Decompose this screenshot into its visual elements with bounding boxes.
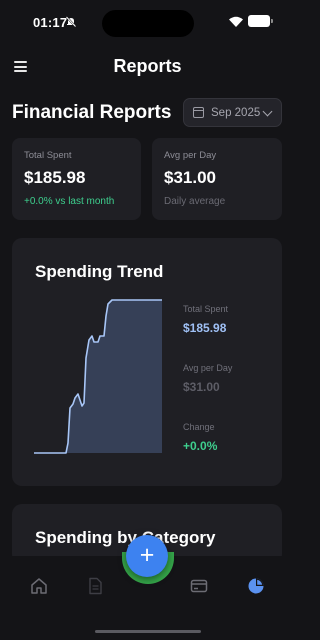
trend-avg-per-day-label: Avg per Day bbox=[183, 363, 233, 373]
avg-per-day-value: $31.00 bbox=[164, 168, 216, 187]
trend-change-value: +0.0% bbox=[183, 439, 218, 453]
calendar-icon bbox=[193, 107, 204, 118]
chevron-down-icon bbox=[262, 106, 273, 117]
bell-muted-icon bbox=[66, 16, 76, 27]
spending-trend-title: Spending Trend bbox=[35, 262, 164, 281]
home-indicator[interactable] bbox=[95, 630, 201, 633]
status-time: 01:17 bbox=[33, 15, 68, 30]
total-spent-card: Total Spent $185.98 +0.0% vs last month bbox=[12, 138, 141, 220]
card-icon[interactable] bbox=[190, 577, 208, 595]
spending-trend-card: Spending Trend Total Spent $185.98 Avg p… bbox=[12, 238, 282, 486]
trend-change-label: Change bbox=[183, 422, 215, 432]
month-selector[interactable]: Sep 2025 bbox=[183, 98, 282, 127]
total-spent-label: Total Spent bbox=[24, 150, 72, 161]
spending-by-category-title: Spending by Category bbox=[35, 528, 216, 547]
status-bar: 01:17 bbox=[0, 0, 295, 46]
trend-area bbox=[34, 300, 162, 453]
avg-per-day-card: Avg per Day $31.00 Daily average bbox=[152, 138, 282, 220]
trend-change: Change +0.0% bbox=[183, 422, 217, 453]
plus-icon: + bbox=[139, 540, 155, 569]
total-spent-change: +0.0% vs last month bbox=[24, 196, 115, 207]
section-title: Financial Reports bbox=[12, 102, 172, 123]
month-selector-value: Sep 2025 bbox=[211, 106, 261, 119]
trend-avg-per-day: Avg per Day $31.00 bbox=[183, 363, 232, 394]
document-icon[interactable] bbox=[86, 577, 104, 595]
top-app-bar: Reports bbox=[0, 50, 295, 84]
home-icon[interactable] bbox=[30, 577, 48, 595]
dynamic-island bbox=[102, 10, 194, 37]
wifi-icon bbox=[229, 16, 243, 27]
avg-per-day-caption: Daily average bbox=[164, 196, 226, 207]
avg-per-day-label: Avg per Day bbox=[164, 150, 217, 161]
trend-total-spent: Total Spent $185.98 bbox=[183, 304, 228, 335]
trend-total-spent-value: $185.98 bbox=[183, 321, 227, 335]
total-spent-value: $185.98 bbox=[24, 168, 86, 187]
pie-chart-icon[interactable] bbox=[247, 577, 265, 595]
trend-total-spent-label: Total Spent bbox=[183, 304, 229, 314]
battery-icon bbox=[248, 15, 273, 27]
trend-avg-per-day-value: $31.00 bbox=[183, 380, 220, 394]
spending-trend-chart bbox=[34, 299, 162, 454]
page-title: Reports bbox=[113, 56, 182, 76]
add-transaction-button[interactable]: + bbox=[126, 535, 168, 577]
